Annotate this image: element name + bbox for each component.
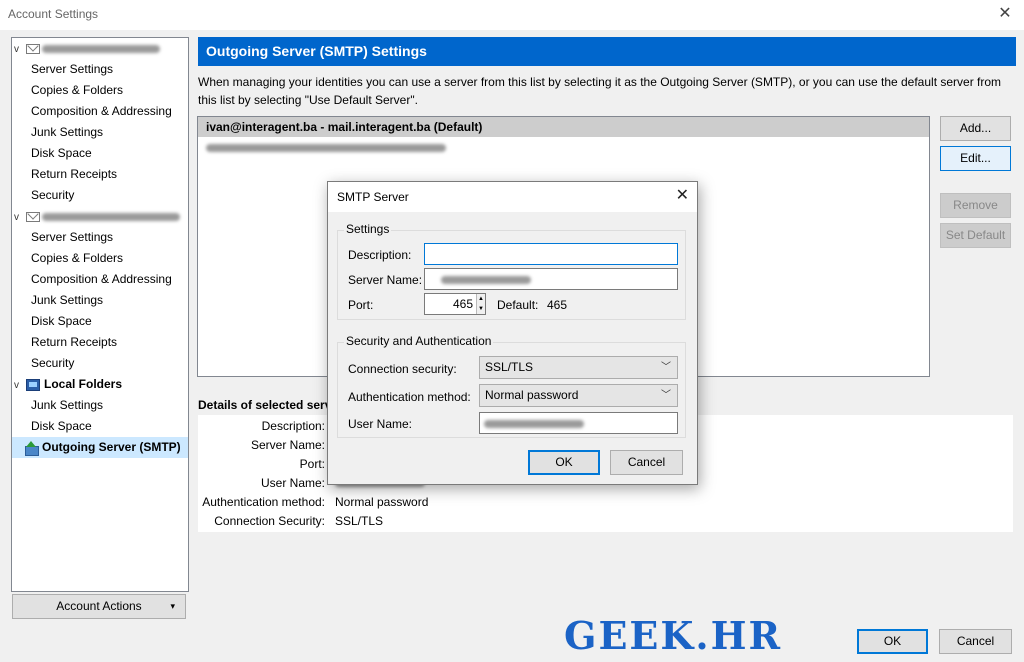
window-title: Account Settings [8, 7, 99, 21]
chevron-down-icon: ▾ [170, 601, 175, 611]
port-default-label: Default: [497, 298, 539, 312]
footer-ok-button[interactable]: OK [857, 629, 928, 654]
close-icon[interactable]: ✕ [676, 186, 689, 206]
mail-account-icon [26, 43, 40, 54]
server-name-field[interactable] [424, 268, 678, 290]
tree-item-return-receipts[interactable]: Return Receipts [12, 332, 188, 353]
redacted-account-name [42, 212, 180, 221]
add-button[interactable]: Add... [940, 116, 1011, 141]
tree-item-copies-folders[interactable]: Copies & Folders [12, 248, 188, 269]
outgoing-server-icon [24, 440, 39, 456]
expand-twisty-icon[interactable]: v [14, 39, 24, 60]
redacted-account-name [42, 44, 160, 53]
tree-item-security[interactable]: Security [12, 185, 188, 206]
auth-method-label: Authentication method: [348, 390, 471, 404]
expand-twisty-icon[interactable]: v [14, 375, 24, 396]
footer-cancel-button[interactable]: Cancel [939, 629, 1012, 654]
chevron-down-icon: ﹀ [661, 362, 671, 373]
server-list-item[interactable]: ivan@interagent.ba - mail.interagent.ba … [198, 117, 929, 137]
details-heading: Details of selected serve [198, 398, 339, 412]
tree-item-junk-settings[interactable]: Junk Settings [12, 395, 188, 416]
chevron-down-icon: ﹀ [661, 390, 671, 401]
detail-row: Connection Security: SSL/TLS [214, 514, 384, 528]
server-name-label: Server Name: [348, 273, 423, 287]
auth-method-select[interactable]: Normal password ﹀ [479, 384, 678, 407]
set-default-button[interactable]: Set Default [940, 223, 1011, 248]
tree-item-composition[interactable]: Composition & Addressing [12, 101, 188, 122]
port-label: Port: [348, 298, 374, 312]
close-icon[interactable]: ✕ [994, 4, 1016, 24]
watermark-logo: GEEK.HR [564, 613, 783, 658]
tree-item-disk-space[interactable]: Disk Space [12, 416, 188, 437]
tree-item-server-settings[interactable]: Server Settings [12, 227, 188, 248]
local-folders-icon [26, 378, 40, 391]
tree-item-junk-settings[interactable]: Junk Settings [12, 122, 188, 143]
tree-account-1[interactable]: v [12, 38, 188, 59]
ok-button[interactable]: OK [528, 450, 600, 475]
redacted-user-name [484, 419, 584, 428]
user-name-label: User Name: [348, 417, 413, 431]
connection-security-select[interactable]: SSL/TLS ﹀ [479, 356, 678, 379]
user-name-field[interactable] [479, 412, 678, 434]
port-default-value: 465 [547, 298, 568, 312]
tree-item-junk-settings[interactable]: Junk Settings [12, 290, 188, 311]
tree-item-outgoing-server[interactable]: Outgoing Server (SMTP) [12, 437, 188, 458]
server-list-item[interactable] [198, 137, 929, 157]
mail-account-icon [26, 211, 40, 222]
redacted-server-name [441, 275, 531, 284]
remove-button[interactable]: Remove [940, 193, 1011, 218]
tree-item-return-receipts[interactable]: Return Receipts [12, 164, 188, 185]
cancel-button[interactable]: Cancel [610, 450, 683, 475]
page-title: Outgoing Server (SMTP) Settings [198, 37, 1016, 66]
tree-item-composition[interactable]: Composition & Addressing [12, 269, 188, 290]
tree-local-folders[interactable]: v Local Folders [12, 374, 188, 395]
tree-item-security[interactable]: Security [12, 353, 188, 374]
smtp-server-dialog: SMTP Server ✕ Settings Description: Serv… [327, 181, 698, 485]
description-label: Description: [348, 248, 412, 262]
redacted-server [206, 143, 446, 152]
port-stepper[interactable]: 465 ▲ ▼ [424, 293, 486, 315]
tree-item-disk-space[interactable]: Disk Space [12, 143, 188, 164]
account-tree[interactable]: v Server Settings Copies & Folders Compo… [11, 37, 189, 592]
description-field[interactable] [424, 243, 678, 265]
tree-account-2[interactable]: v [12, 206, 188, 227]
detail-row: Authentication method: Normal password [202, 495, 429, 509]
tree-item-disk-space[interactable]: Disk Space [12, 311, 188, 332]
expand-twisty-icon[interactable]: v [14, 207, 24, 228]
tree-item-server-settings[interactable]: Server Settings [12, 59, 188, 80]
spin-arrows-icon[interactable]: ▲ ▼ [476, 294, 485, 314]
connection-security-label: Connection security: [348, 362, 457, 376]
window-titlebar: Account Settings ✕ [0, 0, 1024, 30]
dialog-title: SMTP Server [328, 182, 697, 212]
tree-item-copies-folders[interactable]: Copies & Folders [12, 80, 188, 101]
account-actions-button[interactable]: Account Actions ▾ [12, 594, 186, 619]
edit-button[interactable]: Edit... [940, 146, 1011, 171]
panel-description: When managing your identities you can us… [198, 75, 1002, 107]
